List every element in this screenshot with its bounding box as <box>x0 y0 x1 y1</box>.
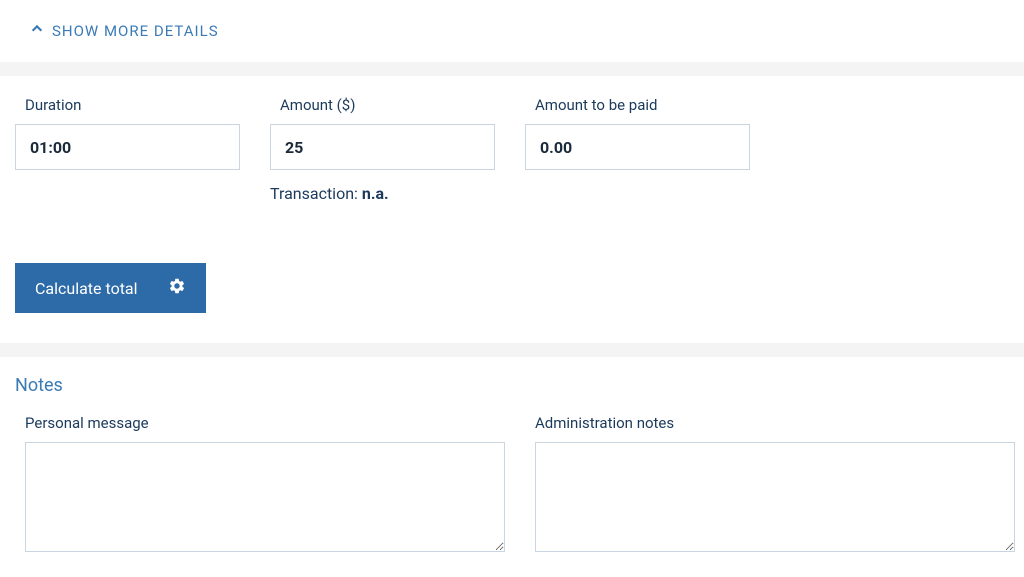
chevron-up-icon <box>30 22 44 40</box>
amount-paid-input[interactable] <box>525 124 750 170</box>
personal-message-label: Personal message <box>25 414 505 432</box>
amount-paid-label: Amount to be paid <box>525 96 750 114</box>
duration-label: Duration <box>15 96 240 114</box>
transaction-label: Transaction: <box>270 184 358 203</box>
transaction-text: Transaction: n.a. <box>270 184 495 203</box>
personal-message-textarea[interactable] <box>25 442 505 552</box>
calculate-total-button[interactable]: Calculate total <box>15 263 206 313</box>
notes-title: Notes <box>15 375 1009 396</box>
amount-label: Amount ($) <box>270 96 495 114</box>
calculate-total-label: Calculate total <box>35 279 138 298</box>
show-more-details-toggle[interactable]: SHOW MORE DETAILS <box>30 22 994 40</box>
administration-notes-textarea[interactable] <box>535 442 1015 552</box>
gear-icon <box>168 277 186 299</box>
duration-input[interactable] <box>15 124 240 170</box>
administration-notes-label: Administration notes <box>535 414 1015 432</box>
show-more-details-label: SHOW MORE DETAILS <box>52 22 219 40</box>
amount-input[interactable] <box>270 124 495 170</box>
transaction-value: n.a. <box>362 184 389 203</box>
